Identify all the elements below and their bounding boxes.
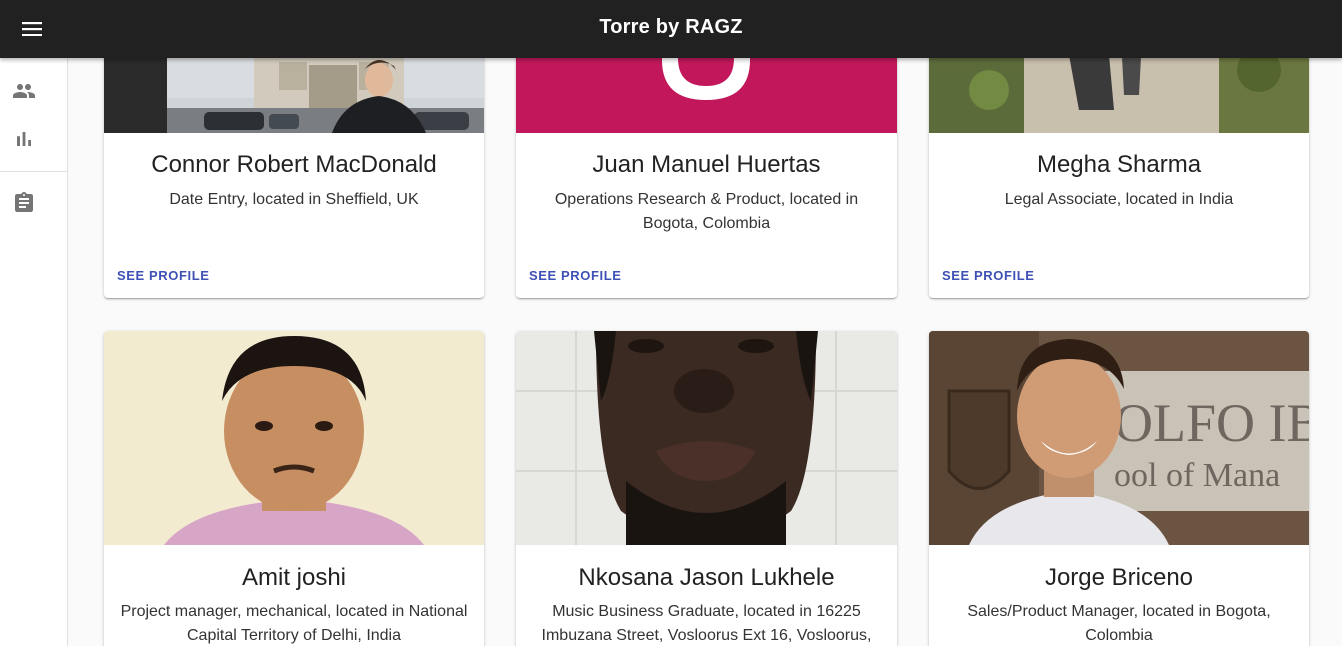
profile-description: Legal Associate, located in India (1004, 191, 1234, 208)
photo-sign-text-top: OLFO IB (1114, 393, 1309, 453)
profile-name: Juan Manuel Huertas (592, 151, 821, 178)
see-profile-button[interactable]: SEE PROFILE (117, 268, 210, 283)
sidebar-item-people[interactable] (0, 67, 68, 115)
app-title: Torre by RAGZ (599, 16, 743, 38)
amit-photo (104, 331, 484, 545)
profile-name: Connor Robert MacDonald (151, 151, 437, 178)
profile-name: Jorge Briceno (1044, 564, 1194, 591)
profile-description: Project manager, mechanical, located in … (120, 603, 468, 644)
profile-description: Operations Research & Product, located i… (554, 191, 859, 232)
sidebar-item-statistics[interactable] (0, 115, 68, 163)
profile-description: Sales/Product Manager, located in Bogota… (967, 603, 1271, 644)
app-bar: Torre by RAGZ (0, 0, 1342, 58)
profile-description: Date Entry, located in Sheffield, UK (169, 191, 419, 208)
sidebar-divider (0, 171, 68, 172)
nkosana-photo (516, 331, 897, 545)
clipboard-icon (15, 192, 33, 212)
profile-description: Music Business Graduate, located in 1622… (541, 603, 872, 644)
profile-card: Nkosana Jason Lukhele Music Business Gra… (516, 331, 897, 646)
see-profile-button[interactable]: SEE PROFILE (942, 268, 1035, 283)
jorge-photo: OLFO IB ool of Mana (929, 331, 1309, 545)
profile-name: Megha Sharma (1036, 151, 1202, 178)
photo-sign-text-bottom: ool of Mana (1114, 457, 1280, 494)
profile-name: Nkosana Jason Lukhele (578, 564, 835, 591)
see-profile-button[interactable]: SEE PROFILE (529, 268, 622, 283)
profile-name: Amit joshi (241, 564, 347, 591)
sidebar (0, 58, 68, 646)
people-icon (13, 84, 35, 98)
profile-card: Amit joshi Project manager, mechanical, … (104, 331, 484, 646)
bar-chart-icon (17, 132, 31, 146)
sidebar-item-assignments[interactable] (0, 179, 68, 227)
profile-card: OLFO IB ool of Mana Jorge Briceno Sales/… (929, 331, 1309, 646)
